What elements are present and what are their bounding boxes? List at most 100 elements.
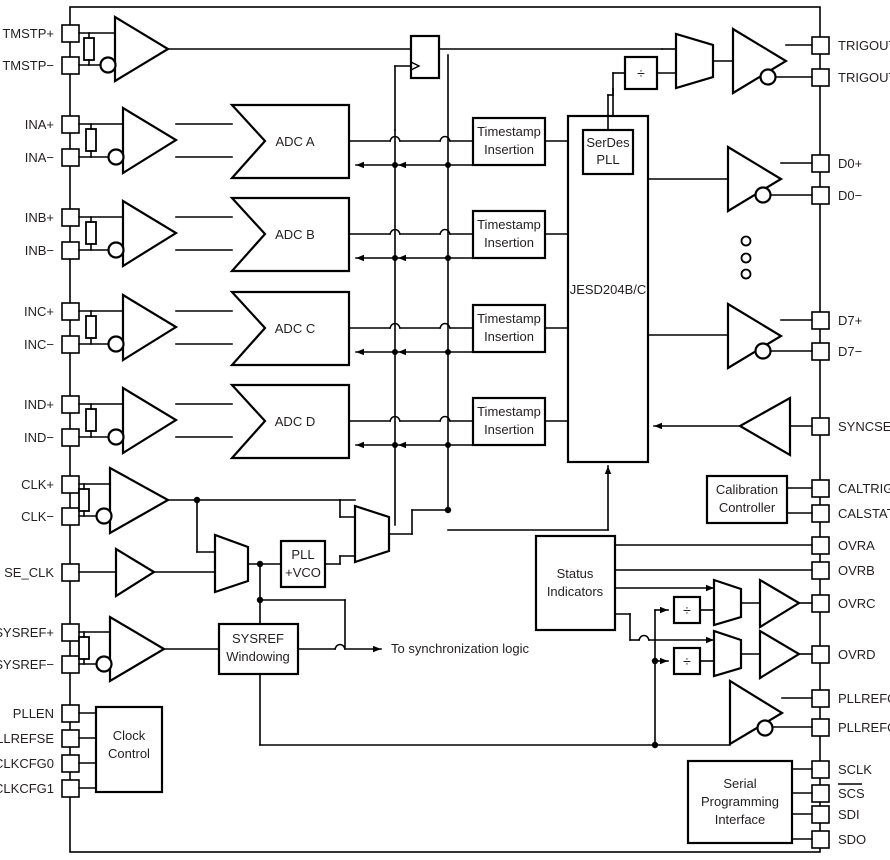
pin-ovrc[interactable]: OVRC [811,594,876,613]
tmstp-buffer-icon [113,15,171,83]
clock-input-stage [78,466,341,553]
pin-label: TMSTP+ [2,26,54,41]
d7-buffer-icon [726,302,784,370]
pin-label: PLLEN [13,706,54,721]
pin-label: CALTRIG [838,481,890,496]
pin-label: OVRC [838,596,876,611]
timestamp-blocks: Timestamp Insertion Timestamp Insertion … [471,116,569,447]
pin-label: OVRB [838,563,875,578]
pin-tmstp-p[interactable]: TMSTP+ [2,24,80,43]
channel-b: ADC B [78,196,474,273]
pin-d7-n[interactable]: D7− [811,342,862,361]
pin-clk-p[interactable]: CLK+ [21,475,80,494]
pin-d0-n[interactable]: D0− [811,186,862,205]
d7-invert-bubble-icon [754,342,772,360]
divide-icon: ÷ [683,653,691,669]
pin-pllen[interactable]: PLLEN [13,704,80,723]
pin-scs[interactable]: SCS [811,783,865,803]
status-line2: Indicators [547,584,604,599]
pin-label: CALSTAT [838,506,890,521]
cal-line2: Controller [719,500,776,515]
pin-sdo[interactable]: SDO [811,830,866,849]
pin-sysref-p[interactable]: SYSREF+ [0,623,80,642]
pin-ovrd[interactable]: OVRD [811,645,876,664]
pin-pllrefse[interactable]: PLLREFSE [0,729,80,748]
pin-sdi[interactable]: SDI [811,805,860,824]
channel-a: ADC A [78,103,474,180]
spi-line3: Interface [715,812,766,827]
jesd-label: JESD204B/C [570,282,647,297]
pin-ind-n[interactable]: IND− [24,428,80,447]
amp-c-icon [121,293,179,362]
clk-output-mux-icon [353,504,391,564]
sysref-invert-bubble-icon [95,655,113,673]
pin-syncse[interactable]: SYNCSE\ [811,417,890,436]
ovrc-mux-icon [712,578,743,627]
clock-control-block: Clock Control [78,705,164,794]
pin-calstat[interactable]: CALSTAT [811,504,890,523]
clk-buffer-icon [108,466,171,535]
pin-label: INB− [25,243,54,258]
pin-caltrig[interactable]: CALTRIG [811,479,890,498]
pin-ind-p[interactable]: IND+ [24,395,80,414]
pin-sysref-n[interactable]: SYSREF− [0,655,80,674]
pin-trigout-p[interactable]: TRIGOUT+ [811,36,890,55]
pin-label: D7− [838,344,862,359]
pin-label: SYSREF− [0,657,54,672]
pin-pllrefo-n[interactable]: PLLREFO− [811,718,890,737]
pin-sclk[interactable]: SCLK [811,760,872,779]
clk-invert-bubble-icon [95,507,113,525]
timestamp-insertion-d: Timestamp Insertion [471,396,569,447]
pin-label: IND− [24,430,54,445]
amp-d-invert-bubble-icon [107,428,125,446]
pllvco-line1: PLL [291,547,314,562]
pin-inb-n[interactable]: INB− [25,241,80,260]
pin-clkcfg1[interactable]: CLKCFG1 [0,779,80,798]
lane-outputs [647,145,813,370]
pin-d0-p[interactable]: D0+ [811,154,862,173]
trigout-invert-bubble-icon [759,68,777,86]
pin-d7-p[interactable]: D7+ [811,311,862,330]
pin-ovra[interactable]: OVRA [811,536,875,555]
ts-c-line2: Insertion [484,329,534,344]
pin-trigout-n[interactable]: TRIGOUT− [811,68,890,87]
channel-c: ADC C [78,290,474,367]
ts-b-line2: Insertion [484,235,534,250]
pin-se-clk[interactable]: SE_CLK [4,563,80,582]
channel-d: ADC D [78,383,474,460]
pin-label: SE_CLK [4,565,54,580]
ovrc-output-stage: ÷ [654,578,813,629]
pin-label: PLLREFO− [838,720,890,735]
clk-mux-icon [213,533,250,594]
amp-b-icon [121,199,179,268]
cal-line1: Calibration [716,482,778,497]
pin-clk-n[interactable]: CLK− [21,507,80,526]
amp-c-invert-bubble-icon [107,335,125,353]
pin-ina-n[interactable]: INA− [25,148,80,167]
pin-label: TMSTP− [2,58,54,73]
adc-a-label: ADC A [275,134,314,149]
pin-label: IND+ [24,397,54,412]
syncse-input-stage [653,396,813,457]
pin-pllrefo-p[interactable]: PLLREFO+ [811,689,890,708]
d0-buffer-icon [726,145,784,213]
pin-ovrb[interactable]: OVRB [811,561,875,580]
pin-label: PLLREFO+ [838,691,890,706]
amp-b-invert-bubble-icon [107,241,125,259]
pin-tmstp-n[interactable]: TMSTP− [2,56,80,75]
pin-label: SDI [838,807,860,822]
pin-inc-n[interactable]: INC− [24,335,80,354]
calibration-controller-block: Calibration Controller [705,474,813,525]
chip-boundary [69,6,821,853]
pin-inb-p[interactable]: INB+ [25,208,80,227]
pin-ina-p[interactable]: INA+ [25,115,80,134]
termination-resistor-inc [85,315,97,339]
ovrd-buffer-icon [758,629,802,680]
pin-inc-p[interactable]: INC+ [24,302,80,321]
adc-b-label: ADC B [275,227,315,242]
status-line1: Status [557,566,594,581]
ovrd-mux-icon [712,629,743,678]
pin-label: TRIGOUT+ [838,38,890,53]
ts-a-line1: Timestamp [477,124,541,139]
pin-clkcfg0[interactable]: CLKCFG0 [0,754,80,773]
